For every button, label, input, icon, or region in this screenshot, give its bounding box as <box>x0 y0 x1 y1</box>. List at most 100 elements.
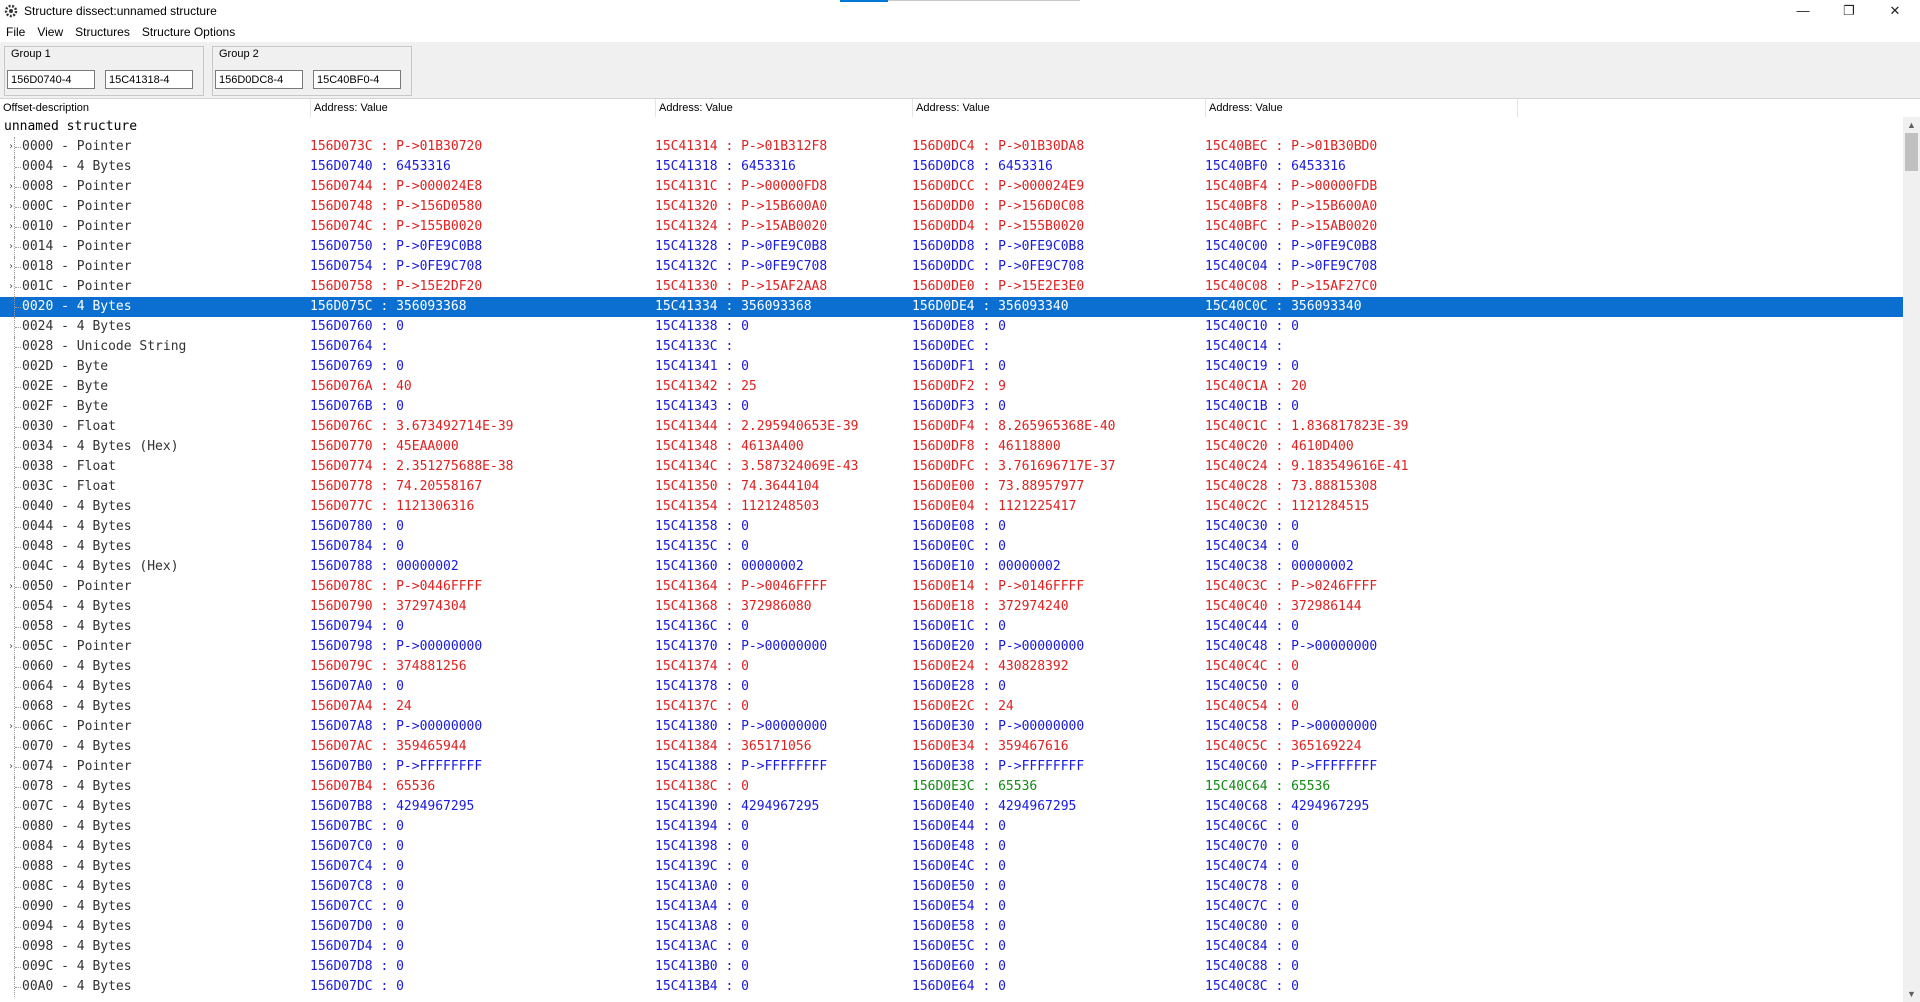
address-value-cell[interactable]: 15C41341 : 0 <box>655 357 749 377</box>
address-value-cell[interactable]: 15C40C70 : 0 <box>1205 837 1299 857</box>
table-row[interactable]: 00A0 - 4 Bytes 156D07DC : 0 15C413B4 : 0 15… <box>0 977 1903 997</box>
address-value-cell[interactable]: 15C41398 : 0 <box>655 837 749 857</box>
table-row[interactable]: 0084 - 4 Bytes 156D07C0 : 0 15C41398 : 0 15… <box>0 837 1903 857</box>
expand-chevron-icon[interactable]: › <box>8 577 14 597</box>
table-row[interactable]: 0004 - 4 Bytes 156D0740 : 6453316 15C41318… <box>0 157 1903 177</box>
address-value-cell[interactable]: 156D0794 : 0 <box>310 617 404 637</box>
address-value-cell[interactable]: 156D073C : P->01B30720 <box>310 137 482 157</box>
address-value-cell[interactable]: 156D0780 : 0 <box>310 517 404 537</box>
header-address-value-1[interactable]: Address: Value <box>311 99 656 117</box>
address-value-cell[interactable]: 156D0760 : 0 <box>310 317 404 337</box>
table-row[interactable]: 0078 - 4 Bytes 156D07B4 : 65536 15C4138C :… <box>0 777 1903 797</box>
address-value-cell[interactable]: 15C41324 : P->15AB0020 <box>655 217 827 237</box>
address-value-cell[interactable]: 156D07B8 : 4294967295 <box>310 797 474 817</box>
address-value-cell[interactable]: 15C41334 : 356093368 <box>655 297 812 317</box>
address-value-cell[interactable]: 15C40C24 : 9.183549616E-41 <box>1205 457 1409 477</box>
table-row[interactable]: 0028 - Unicode String 156D0764 : 15C4133C… <box>0 337 1903 357</box>
address-value-cell[interactable]: 15C40BF0 : 6453316 <box>1205 157 1346 177</box>
address-value-cell[interactable]: 156D0769 : 0 <box>310 357 404 377</box>
address-value-cell[interactable]: 15C41358 : 0 <box>655 517 749 537</box>
minimize-button[interactable]: — <box>1780 0 1826 22</box>
address-value-cell[interactable]: 15C413B4 : 0 <box>655 977 749 997</box>
address-value-cell[interactable]: 156D0DC4 : P->01B30DA8 <box>912 137 1084 157</box>
address-value-cell[interactable]: 156D0DD4 : P->155B0020 <box>912 217 1084 237</box>
address-value-cell[interactable]: 156D0E40 : 4294967295 <box>912 797 1076 817</box>
address-value-cell[interactable]: 15C40C54 : 0 <box>1205 697 1299 717</box>
address-value-cell[interactable]: 156D0754 : P->0FE9C708 <box>310 257 482 277</box>
address-value-cell[interactable]: 156D0E44 : 0 <box>912 817 1006 837</box>
address-value-cell[interactable]: 156D0DEC : <box>912 337 998 357</box>
table-row[interactable]: 002E - Byte 156D076A : 40 15C41342 : 25 156… <box>0 377 1903 397</box>
address-value-cell[interactable]: 156D07A8 : P->00000000 <box>310 717 482 737</box>
table-row[interactable]: 0038 - Float 156D0774 : 2.351275688E-38 15… <box>0 457 1903 477</box>
expand-chevron-icon[interactable]: › <box>8 237 14 257</box>
address-value-cell[interactable]: 156D07D0 : 0 <box>310 917 404 937</box>
address-value-cell[interactable]: 156D0774 : 2.351275688E-38 <box>310 457 514 477</box>
address-value-cell[interactable]: 15C40C5C : 365169224 <box>1205 737 1362 757</box>
address-value-cell[interactable]: 156D0E34 : 359467616 <box>912 737 1069 757</box>
address-value-cell[interactable]: 15C40C10 : 0 <box>1205 317 1299 337</box>
restore-button[interactable]: ❐ <box>1826 0 1872 22</box>
address-value-cell[interactable]: 156D0764 : <box>310 337 396 357</box>
address-value-cell[interactable]: 15C41342 : 25 <box>655 377 757 397</box>
address-value-cell[interactable]: 15C40C60 : P->FFFFFFFF <box>1205 757 1377 777</box>
address-value-cell[interactable]: 156D0E30 : P->00000000 <box>912 717 1084 737</box>
address-value-cell[interactable]: 156D0E08 : 0 <box>912 517 1006 537</box>
address-value-cell[interactable]: 156D07CC : 0 <box>310 897 404 917</box>
expand-chevron-icon[interactable]: › <box>8 637 14 657</box>
address-value-cell[interactable]: 156D07BC : 0 <box>310 817 404 837</box>
table-row[interactable]: 0094 - 4 Bytes 156D07D0 : 0 15C413A8 : 0 15… <box>0 917 1903 937</box>
address-value-cell[interactable]: 156D076C : 3.673492714E-39 <box>310 417 514 437</box>
address-value-cell[interactable]: 15C4134C : 3.587324069E-43 <box>655 457 859 477</box>
address-value-cell[interactable]: 156D0E38 : P->FFFFFFFF <box>912 757 1084 777</box>
address-value-cell[interactable]: 15C4131C : P->00000FD8 <box>655 177 827 197</box>
table-row[interactable]: 0060 - 4 Bytes 156D079C : 374881256 15C413… <box>0 657 1903 677</box>
address-value-cell[interactable]: 156D078C : P->0446FFFF <box>310 577 482 597</box>
address-value-cell[interactable]: 156D0DF2 : 9 <box>912 377 1006 397</box>
address-value-cell[interactable]: 156D07AC : 359465944 <box>310 737 467 757</box>
address-value-cell[interactable]: 15C40C08 : P->15AF27C0 <box>1205 277 1377 297</box>
expand-chevron-icon[interactable]: › <box>8 177 14 197</box>
address-value-cell[interactable]: 15C40C8C : 0 <box>1205 977 1299 997</box>
address-value-cell[interactable]: 156D0E50 : 0 <box>912 877 1006 897</box>
address-value-cell[interactable]: 15C41318 : 6453316 <box>655 157 796 177</box>
address-value-cell[interactable]: 15C41380 : P->00000000 <box>655 717 827 737</box>
table-row[interactable]: › 0050 - Pointer 156D078C : P->0446FFFF 15C… <box>0 577 1903 597</box>
address-value-cell[interactable]: 15C41394 : 0 <box>655 817 749 837</box>
address-value-cell[interactable]: 156D0DE8 : 0 <box>912 317 1006 337</box>
address-value-cell[interactable]: 15C40C14 : <box>1205 337 1291 357</box>
address-value-cell[interactable]: 156D07C4 : 0 <box>310 857 404 877</box>
header-offset-description[interactable]: Offset-description <box>0 99 311 117</box>
address-value-cell[interactable]: 156D07A0 : 0 <box>310 677 404 697</box>
address-value-cell[interactable]: 15C40C1B : 0 <box>1205 397 1299 417</box>
address-value-cell[interactable]: 156D0784 : 0 <box>310 537 404 557</box>
expand-chevron-icon[interactable]: › <box>8 217 14 237</box>
address-value-cell[interactable]: 156D0E54 : 0 <box>912 897 1006 917</box>
address-value-cell[interactable]: 15C40C68 : 4294967295 <box>1205 797 1369 817</box>
expand-chevron-icon[interactable]: › <box>8 137 14 157</box>
table-row[interactable]: › 0014 - Pointer 156D0750 : P->0FE9C0B8 15C… <box>0 237 1903 257</box>
group-1-address-1[interactable] <box>7 70 95 89</box>
address-value-cell[interactable]: 156D0DC8 : 6453316 <box>912 157 1053 177</box>
address-value-cell[interactable]: 15C40BF4 : P->00000FDB <box>1205 177 1377 197</box>
table-row[interactable]: 009C - 4 Bytes 156D07D8 : 0 15C413B0 : 0 15… <box>0 957 1903 977</box>
address-value-cell[interactable]: 156D0778 : 74.20558167 <box>310 477 482 497</box>
address-value-cell[interactable]: 15C40C1A : 20 <box>1205 377 1307 397</box>
address-value-cell[interactable]: 15C4135C : 0 <box>655 537 749 557</box>
address-value-cell[interactable]: 15C41364 : P->0046FFFF <box>655 577 827 597</box>
table-row[interactable]: 004C - 4 Bytes (Hex) 156D0788 : 00000002 1… <box>0 557 1903 577</box>
table-row[interactable]: 0030 - Float 156D076C : 3.673492714E-39 15… <box>0 417 1903 437</box>
table-row[interactable]: 002D - Byte 156D0769 : 0 15C41341 : 0 156D0… <box>0 357 1903 377</box>
address-value-cell[interactable]: 156D0DE4 : 356093340 <box>912 297 1069 317</box>
menu-structures[interactable]: Structures <box>69 22 136 42</box>
address-value-cell[interactable]: 15C413A8 : 0 <box>655 917 749 937</box>
address-value-cell[interactable]: 15C40C04 : P->0FE9C708 <box>1205 257 1377 277</box>
root-row[interactable]: unnamed structure <box>0 117 1903 137</box>
address-value-cell[interactable]: 15C41320 : P->15B600A0 <box>655 197 827 217</box>
address-value-cell[interactable]: 15C40C19 : 0 <box>1205 357 1299 377</box>
address-value-cell[interactable]: 156D076A : 40 <box>310 377 412 397</box>
table-row[interactable]: › 0008 - Pointer 156D0744 : P->000024E8 15C… <box>0 177 1903 197</box>
address-value-cell[interactable]: 156D0DE0 : P->15E2E3E0 <box>912 277 1084 297</box>
table-row[interactable]: 003C - Float 156D0778 : 74.20558167 15C413… <box>0 477 1903 497</box>
address-value-cell[interactable]: 15C41350 : 74.3644104 <box>655 477 819 497</box>
